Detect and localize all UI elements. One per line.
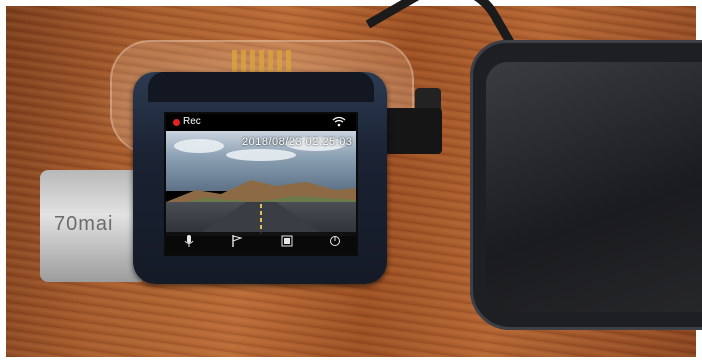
- dashcam-top-cap: [148, 72, 374, 102]
- screen-statusbar: Rec: [166, 114, 356, 131]
- brand-logo: 70mai: [54, 213, 114, 235]
- photo-icon[interactable]: [278, 234, 296, 252]
- rec-label: Rec: [183, 116, 201, 127]
- mount-contacts: [232, 50, 292, 72]
- power-icon[interactable]: [326, 234, 344, 252]
- usb-connector: [384, 108, 442, 154]
- rec-indicator: [173, 119, 180, 126]
- mirror-rim: [470, 40, 702, 330]
- screen-road: [166, 202, 356, 236]
- screen-toolbar: [166, 232, 356, 254]
- photo-frame: 70mai Rec 2018/08/23 02:25:03: [0, 0, 702, 363]
- microphone-icon[interactable]: [180, 234, 198, 252]
- dashcam-screen: Rec 2018/08/23 02:25:03: [164, 112, 358, 256]
- timestamp: 2018/08/23 02:25:03: [242, 136, 353, 148]
- flag-icon[interactable]: [228, 234, 246, 252]
- wifi-icon: [332, 116, 346, 130]
